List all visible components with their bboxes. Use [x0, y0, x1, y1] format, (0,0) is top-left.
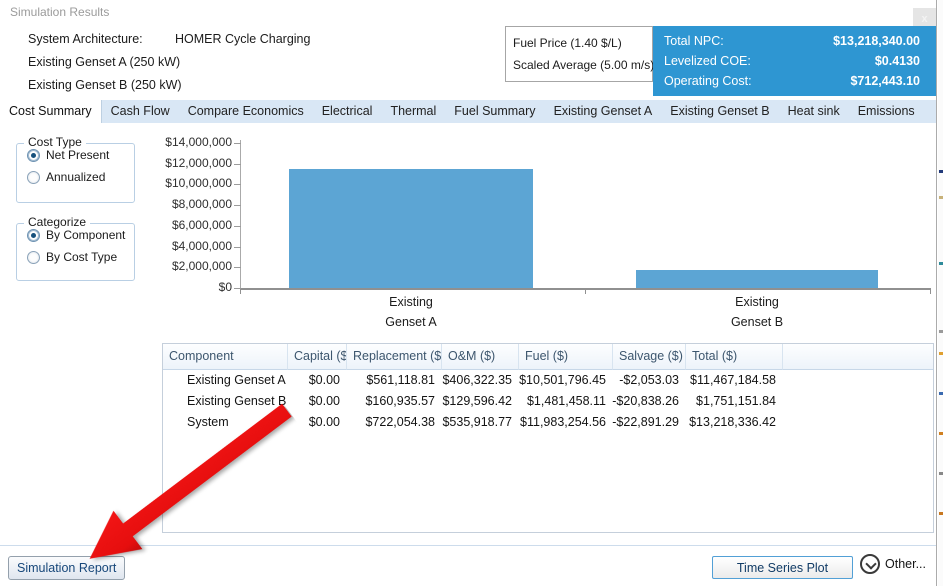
y-tick-label: $2,000,000: [120, 259, 232, 273]
row-value-cell: -$20,838.26: [612, 391, 685, 412]
row-value-cell: $1,481,458.11: [518, 391, 612, 412]
bar-existing-genset-a: [289, 169, 533, 288]
footer-divider: [0, 545, 937, 546]
simulation-results-window: Simulation Results x System Architecture…: [0, 0, 937, 586]
column-header-filler: [782, 344, 933, 370]
y-tick-mark: [234, 288, 241, 289]
other-menu-button[interactable]: Other...: [860, 554, 926, 574]
background-speck: [939, 196, 943, 199]
y-tick-mark: [234, 164, 241, 165]
background-speck: [939, 392, 943, 395]
row-value-cell: -$2,053.03: [612, 370, 685, 391]
cost-summary-bar-chart: $14,000,000 $12,000,000 $10,000,000 $8,000,…: [0, 0, 937, 335]
row-value-cell: $406,322.35: [441, 370, 518, 391]
row-filler-cell: [782, 412, 933, 433]
x-tick-mark: [585, 290, 586, 294]
row-value-cell: $0.00: [287, 412, 346, 433]
background-speck: [939, 432, 943, 435]
row-value-cell: $160,935.57: [346, 391, 441, 412]
simulation-report-button[interactable]: Simulation Report: [8, 556, 125, 580]
bar-existing-genset-b: [636, 270, 878, 288]
row-filler-cell: [782, 370, 933, 391]
row-value-cell: $13,218,336.42: [685, 412, 782, 433]
y-tick-label: $10,000,000: [120, 176, 232, 190]
row-value-cell: -$22,891.29: [612, 412, 685, 433]
row-value-cell: $129,596.42: [441, 391, 518, 412]
y-tick-label: $4,000,000: [120, 239, 232, 253]
y-tick-label: $14,000,000: [120, 135, 232, 149]
column-header: Component: [163, 344, 287, 370]
y-tick-mark: [234, 205, 241, 206]
row-value-cell: $11,983,254.56: [518, 412, 612, 433]
y-tick-mark: [234, 226, 241, 227]
column-header: Replacement ($): [346, 344, 441, 370]
row-component-cell: Existing Genset B: [163, 391, 287, 412]
chevron-down-circle-icon: [860, 554, 880, 574]
y-tick-mark: [234, 184, 241, 185]
background-speck: [939, 472, 943, 475]
y-tick-label: $12,000,000: [120, 156, 232, 170]
y-tick-mark: [234, 267, 241, 268]
time-series-plot-button[interactable]: Time Series Plot: [712, 556, 853, 579]
x-tick-mark: [930, 290, 931, 294]
row-value-cell: $0.00: [287, 370, 346, 391]
x-tick-mark: [240, 290, 241, 294]
y-tick-label: $8,000,000: [120, 197, 232, 211]
x-category-label: Existing Genset A: [341, 292, 481, 332]
y-tick-mark: [234, 143, 241, 144]
row-value-cell: $11,467,184.58: [685, 370, 782, 391]
row-component-cell: Existing Genset A: [163, 370, 287, 391]
background-speck: [939, 330, 943, 333]
x-category-label: Existing Genset B: [687, 292, 827, 332]
row-component-cell: System: [163, 412, 287, 433]
row-filler-cell: [782, 391, 933, 412]
y-axis-line: [240, 140, 241, 288]
row-value-cell: $0.00: [287, 391, 346, 412]
column-header: Total ($): [685, 344, 782, 370]
background-speck: [939, 262, 943, 265]
column-header: Capital ($): [287, 344, 346, 370]
column-header: O&M ($): [441, 344, 518, 370]
row-value-cell: $10,501,796.45: [518, 370, 612, 391]
column-header: Salvage ($): [612, 344, 685, 370]
y-tick-label: $6,000,000: [120, 218, 232, 232]
background-window-sliver: [938, 0, 943, 586]
row-value-cell: $722,054.38: [346, 412, 441, 433]
column-header: Fuel ($): [518, 344, 612, 370]
row-value-cell: $561,118.81: [346, 370, 441, 391]
cost-table: ComponentCapital ($)Replacement ($)O&M (…: [162, 343, 934, 533]
background-speck: [939, 170, 943, 173]
y-tick-mark: [234, 247, 241, 248]
background-speck: [939, 512, 943, 515]
row-value-cell: $1,751,151.84: [685, 391, 782, 412]
y-tick-label: $0: [120, 280, 232, 294]
other-label: Other...: [885, 557, 926, 571]
background-speck: [939, 352, 943, 355]
row-value-cell: $535,918.77: [441, 412, 518, 433]
